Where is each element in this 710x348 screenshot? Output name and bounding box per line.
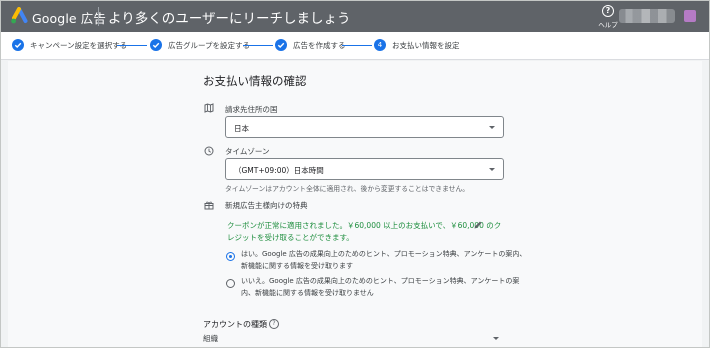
help-label: ヘルプ (598, 21, 618, 29)
step-connector (243, 45, 273, 46)
promo-message-line-2: レジットを受け取ることができます。 (227, 233, 354, 242)
avatar[interactable] (684, 10, 696, 22)
edit-pencil-icon[interactable] (473, 220, 483, 230)
billing-panel (8, 61, 702, 347)
step-billing[interactable]: 4 お支払い情報を設定 (374, 38, 460, 52)
account-type-select[interactable]: 組織 (203, 331, 503, 347)
step-label: 広告を作成する (293, 40, 346, 50)
email-opt-in-no-line-2[interactable]: 内、新機能に関する情報を受け取りません (241, 288, 374, 300)
account-email-redacted (619, 9, 675, 23)
timezone-hint: タイムゾーンはアカウント全体に適用され、後から変更することはできません。 (225, 185, 470, 193)
google-ads-logo-icon[interactable] (10, 7, 28, 25)
brand-name: Google 広告 (32, 11, 106, 26)
top-bar: Google 広告 より多くのユーザーにリーチしましょう ? ヘルプ (1, 1, 709, 32)
app-window: Google 広告 より多くのユーザーにリーチしましょう ? ヘルプ キャンペー… (0, 0, 710, 348)
gift-icon (204, 201, 214, 210)
email-opt-in-yes-radio[interactable] (226, 252, 235, 261)
billing-country-select[interactable]: 日本 (225, 116, 504, 138)
billing-country-label: 請求先住所の国 (225, 105, 278, 114)
chevron-down-icon (489, 168, 495, 171)
timezone-select[interactable]: （GMT+09:00）日本時間 (225, 158, 504, 180)
help-icon: ? (602, 5, 614, 17)
step-label: お支払い情報を設定 (392, 40, 460, 50)
step-label: キャンペーン設定を選択する (30, 40, 128, 50)
step-label: 広告グループを設定する (168, 40, 251, 50)
chevron-down-icon (493, 337, 499, 340)
billing-country-value: 日本 (234, 124, 249, 133)
section-heading: お支払い情報の確認 (203, 74, 307, 88)
email-opt-in-yes-line-1[interactable]: はい。Google 広告の成果向上のためのヒント、プロモーション特典、アンケート… (241, 249, 526, 261)
clock-icon (204, 146, 214, 156)
email-opt-in-no-radio[interactable] (226, 279, 235, 288)
map-icon (204, 103, 214, 113)
chevron-down-icon (489, 126, 495, 129)
step-connector (117, 45, 147, 46)
header-divider (98, 7, 99, 26)
help-button[interactable]: ? ヘルプ (597, 4, 619, 29)
step-ad-group[interactable]: 広告グループを設定する (150, 38, 250, 52)
page-title: より多くのユーザーにリーチしましょう (108, 11, 351, 27)
progress-stepper: キャンペーン設定を選択する 広告グループを設定する 広告を作成する 4 お支払い… (1, 32, 709, 60)
account-type-value: 組織 (203, 334, 218, 343)
help-circle-icon[interactable]: ? (269, 319, 279, 329)
step-connector (342, 45, 372, 46)
promo-message-line-1: クーポンが正常に適用されました。￥60,000 以上のお支払いで、￥60,000… (227, 221, 502, 230)
timezone-label: タイムゾーン (225, 147, 270, 156)
email-opt-in-yes-line-2[interactable]: 新機能に関する情報を受け取ります (241, 261, 353, 273)
step-create-ad[interactable]: 広告を作成する (275, 38, 346, 52)
email-opt-in-no-line-1[interactable]: いいえ。Google 広告の成果向上のためのヒント、プロモーション特典、アンケー… (241, 276, 519, 288)
check-icon (275, 39, 287, 51)
step-campaign[interactable]: キャンペーン設定を選択する (12, 38, 127, 52)
check-icon (150, 39, 162, 51)
step-number: 4 (374, 39, 386, 51)
promo-label: 新規広告主様向けの特典 (225, 201, 308, 210)
account-type-label: アカウントの種類 (203, 320, 267, 329)
check-icon (12, 39, 24, 51)
timezone-value: （GMT+09:00）日本時間 (234, 166, 324, 175)
